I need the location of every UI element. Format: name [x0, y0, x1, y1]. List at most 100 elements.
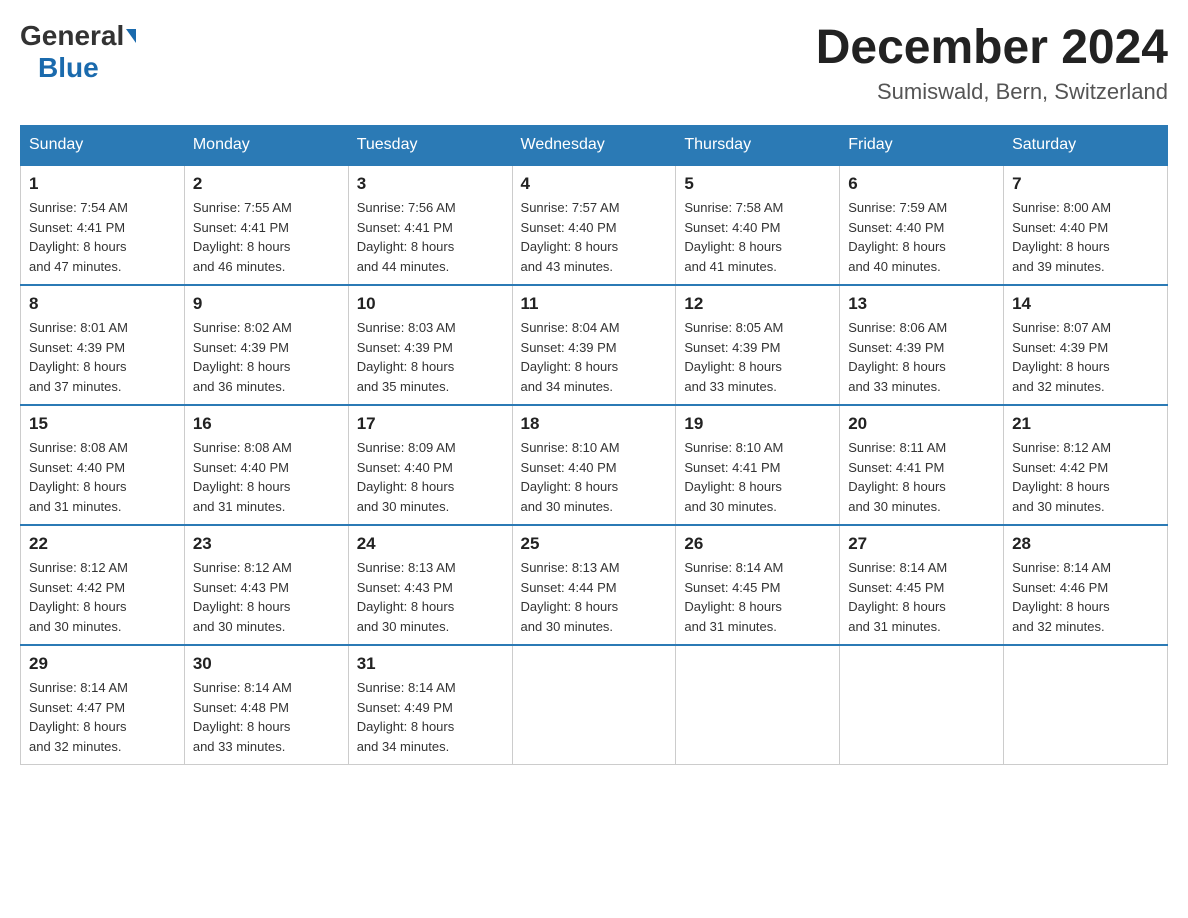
week-row-2: 8 Sunrise: 8:01 AM Sunset: 4:39 PM Dayli… — [21, 285, 1168, 405]
day-info: Sunrise: 8:10 AM Sunset: 4:41 PM Dayligh… — [684, 438, 831, 516]
day-info: Sunrise: 8:14 AM Sunset: 4:48 PM Dayligh… — [193, 678, 340, 756]
day-cell — [676, 645, 840, 765]
day-number: 10 — [357, 294, 504, 314]
day-info: Sunrise: 8:08 AM Sunset: 4:40 PM Dayligh… — [193, 438, 340, 516]
day-number: 1 — [29, 174, 176, 194]
day-number: 19 — [684, 414, 831, 434]
day-cell: 5 Sunrise: 7:58 AM Sunset: 4:40 PM Dayli… — [676, 165, 840, 285]
day-number: 13 — [848, 294, 995, 314]
col-thursday: Thursday — [676, 126, 840, 166]
day-info: Sunrise: 8:12 AM Sunset: 4:43 PM Dayligh… — [193, 558, 340, 636]
day-number: 2 — [193, 174, 340, 194]
day-number: 9 — [193, 294, 340, 314]
logo-blue: Blue — [38, 52, 99, 83]
month-title: December 2024 — [816, 20, 1168, 75]
day-info: Sunrise: 7:58 AM Sunset: 4:40 PM Dayligh… — [684, 198, 831, 276]
day-cell: 13 Sunrise: 8:06 AM Sunset: 4:39 PM Dayl… — [840, 285, 1004, 405]
day-info: Sunrise: 8:14 AM Sunset: 4:49 PM Dayligh… — [357, 678, 504, 756]
week-row-3: 15 Sunrise: 8:08 AM Sunset: 4:40 PM Dayl… — [21, 405, 1168, 525]
day-cell: 28 Sunrise: 8:14 AM Sunset: 4:46 PM Dayl… — [1004, 525, 1168, 645]
day-number: 29 — [29, 654, 176, 674]
day-number: 4 — [521, 174, 668, 194]
col-monday: Monday — [184, 126, 348, 166]
day-info: Sunrise: 8:08 AM Sunset: 4:40 PM Dayligh… — [29, 438, 176, 516]
logo: General Blue — [20, 20, 136, 84]
day-number: 17 — [357, 414, 504, 434]
day-info: Sunrise: 8:14 AM Sunset: 4:46 PM Dayligh… — [1012, 558, 1159, 636]
day-info: Sunrise: 8:07 AM Sunset: 4:39 PM Dayligh… — [1012, 318, 1159, 396]
header-row: Sunday Monday Tuesday Wednesday Thursday… — [21, 126, 1168, 166]
day-cell: 16 Sunrise: 8:08 AM Sunset: 4:40 PM Dayl… — [184, 405, 348, 525]
calendar-table: Sunday Monday Tuesday Wednesday Thursday… — [20, 125, 1168, 765]
day-cell: 26 Sunrise: 8:14 AM Sunset: 4:45 PM Dayl… — [676, 525, 840, 645]
week-row-5: 29 Sunrise: 8:14 AM Sunset: 4:47 PM Dayl… — [21, 645, 1168, 765]
day-cell: 1 Sunrise: 7:54 AM Sunset: 4:41 PM Dayli… — [21, 165, 185, 285]
day-cell: 6 Sunrise: 7:59 AM Sunset: 4:40 PM Dayli… — [840, 165, 1004, 285]
col-tuesday: Tuesday — [348, 126, 512, 166]
day-cell: 11 Sunrise: 8:04 AM Sunset: 4:39 PM Dayl… — [512, 285, 676, 405]
day-cell: 18 Sunrise: 8:10 AM Sunset: 4:40 PM Dayl… — [512, 405, 676, 525]
day-info: Sunrise: 7:55 AM Sunset: 4:41 PM Dayligh… — [193, 198, 340, 276]
day-number: 12 — [684, 294, 831, 314]
day-info: Sunrise: 8:14 AM Sunset: 4:45 PM Dayligh… — [684, 558, 831, 636]
day-cell: 27 Sunrise: 8:14 AM Sunset: 4:45 PM Dayl… — [840, 525, 1004, 645]
day-info: Sunrise: 8:01 AM Sunset: 4:39 PM Dayligh… — [29, 318, 176, 396]
day-number: 22 — [29, 534, 176, 554]
title-section: December 2024 Sumiswald, Bern, Switzerla… — [816, 20, 1168, 105]
day-number: 6 — [848, 174, 995, 194]
col-saturday: Saturday — [1004, 126, 1168, 166]
day-cell: 15 Sunrise: 8:08 AM Sunset: 4:40 PM Dayl… — [21, 405, 185, 525]
col-friday: Friday — [840, 126, 1004, 166]
day-info: Sunrise: 8:00 AM Sunset: 4:40 PM Dayligh… — [1012, 198, 1159, 276]
day-info: Sunrise: 8:14 AM Sunset: 4:47 PM Dayligh… — [29, 678, 176, 756]
day-number: 27 — [848, 534, 995, 554]
location-label: Sumiswald, Bern, Switzerland — [816, 79, 1168, 105]
day-info: Sunrise: 8:06 AM Sunset: 4:39 PM Dayligh… — [848, 318, 995, 396]
day-info: Sunrise: 8:05 AM Sunset: 4:39 PM Dayligh… — [684, 318, 831, 396]
day-info: Sunrise: 8:09 AM Sunset: 4:40 PM Dayligh… — [357, 438, 504, 516]
day-number: 15 — [29, 414, 176, 434]
week-row-1: 1 Sunrise: 7:54 AM Sunset: 4:41 PM Dayli… — [21, 165, 1168, 285]
day-cell: 23 Sunrise: 8:12 AM Sunset: 4:43 PM Dayl… — [184, 525, 348, 645]
day-info: Sunrise: 8:02 AM Sunset: 4:39 PM Dayligh… — [193, 318, 340, 396]
day-info: Sunrise: 8:12 AM Sunset: 4:42 PM Dayligh… — [1012, 438, 1159, 516]
day-info: Sunrise: 8:13 AM Sunset: 4:43 PM Dayligh… — [357, 558, 504, 636]
week-row-4: 22 Sunrise: 8:12 AM Sunset: 4:42 PM Dayl… — [21, 525, 1168, 645]
day-number: 25 — [521, 534, 668, 554]
day-number: 8 — [29, 294, 176, 314]
day-number: 7 — [1012, 174, 1159, 194]
day-number: 23 — [193, 534, 340, 554]
day-number: 31 — [357, 654, 504, 674]
day-cell: 2 Sunrise: 7:55 AM Sunset: 4:41 PM Dayli… — [184, 165, 348, 285]
day-info: Sunrise: 8:11 AM Sunset: 4:41 PM Dayligh… — [848, 438, 995, 516]
logo-general: General — [20, 20, 124, 52]
day-cell: 4 Sunrise: 7:57 AM Sunset: 4:40 PM Dayli… — [512, 165, 676, 285]
day-info: Sunrise: 8:03 AM Sunset: 4:39 PM Dayligh… — [357, 318, 504, 396]
day-cell: 22 Sunrise: 8:12 AM Sunset: 4:42 PM Dayl… — [21, 525, 185, 645]
day-cell — [1004, 645, 1168, 765]
day-cell: 3 Sunrise: 7:56 AM Sunset: 4:41 PM Dayli… — [348, 165, 512, 285]
day-cell: 29 Sunrise: 8:14 AM Sunset: 4:47 PM Dayl… — [21, 645, 185, 765]
day-cell: 19 Sunrise: 8:10 AM Sunset: 4:41 PM Dayl… — [676, 405, 840, 525]
day-cell: 30 Sunrise: 8:14 AM Sunset: 4:48 PM Dayl… — [184, 645, 348, 765]
day-cell: 9 Sunrise: 8:02 AM Sunset: 4:39 PM Dayli… — [184, 285, 348, 405]
day-number: 26 — [684, 534, 831, 554]
col-sunday: Sunday — [21, 126, 185, 166]
logo-arrow-icon — [126, 29, 136, 43]
day-cell: 25 Sunrise: 8:13 AM Sunset: 4:44 PM Dayl… — [512, 525, 676, 645]
day-number: 20 — [848, 414, 995, 434]
day-info: Sunrise: 7:59 AM Sunset: 4:40 PM Dayligh… — [848, 198, 995, 276]
day-cell: 24 Sunrise: 8:13 AM Sunset: 4:43 PM Dayl… — [348, 525, 512, 645]
day-number: 24 — [357, 534, 504, 554]
day-info: Sunrise: 7:57 AM Sunset: 4:40 PM Dayligh… — [521, 198, 668, 276]
day-number: 14 — [1012, 294, 1159, 314]
day-cell: 10 Sunrise: 8:03 AM Sunset: 4:39 PM Dayl… — [348, 285, 512, 405]
day-info: Sunrise: 8:10 AM Sunset: 4:40 PM Dayligh… — [521, 438, 668, 516]
day-info: Sunrise: 7:54 AM Sunset: 4:41 PM Dayligh… — [29, 198, 176, 276]
col-wednesday: Wednesday — [512, 126, 676, 166]
day-number: 16 — [193, 414, 340, 434]
day-number: 28 — [1012, 534, 1159, 554]
page-header: General Blue December 2024 Sumiswald, Be… — [20, 20, 1168, 105]
day-cell — [512, 645, 676, 765]
day-cell: 8 Sunrise: 8:01 AM Sunset: 4:39 PM Dayli… — [21, 285, 185, 405]
